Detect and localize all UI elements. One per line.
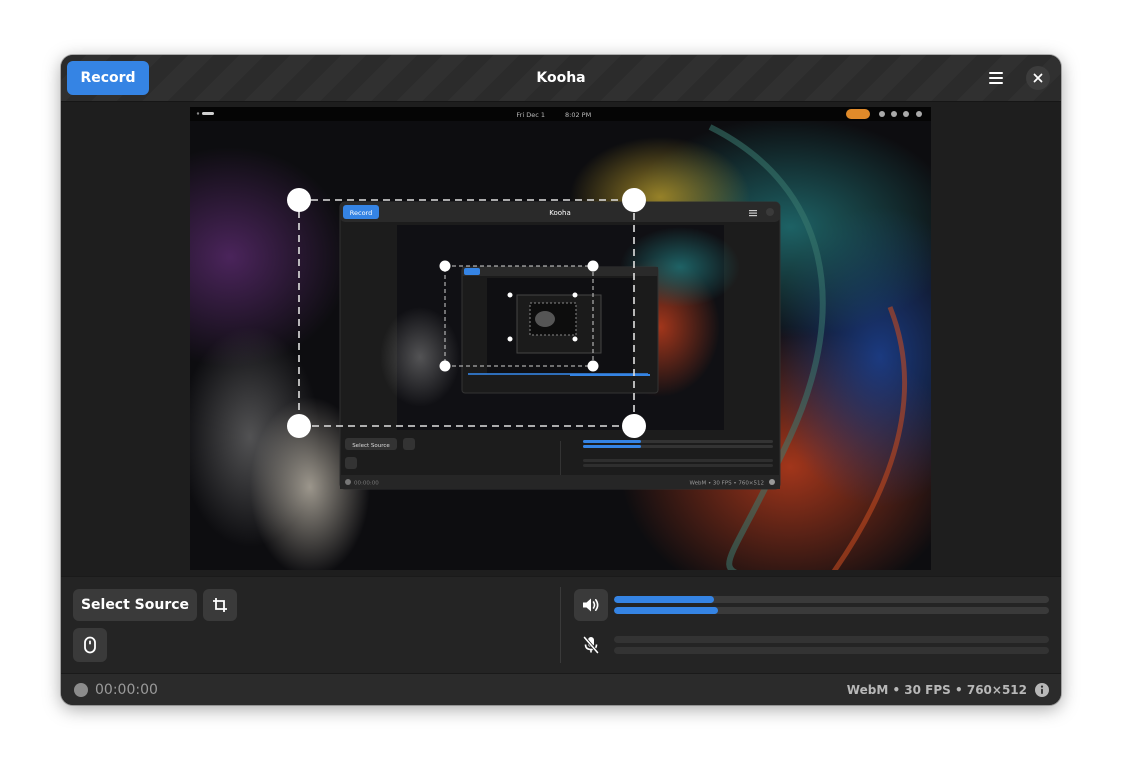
show-pointer-toggle[interactable]	[73, 628, 107, 662]
recording-profile-info: WebM • 30 FPS • 760×512	[846, 683, 1027, 697]
desktop-audio-toggle[interactable]	[574, 589, 608, 621]
selection-handle-bottom-left[interactable]	[287, 414, 311, 438]
recording-duration: 00:00:00	[95, 682, 158, 698]
nested-select-source-label: Select Source	[352, 443, 390, 449]
top-bar-date: Fri Dec 1	[516, 111, 545, 119]
selection-handle-bottom-right[interactable]	[622, 414, 646, 438]
desktop-preview-canvas: Fri Dec 1 8:02 PM Record Kooha Select So…	[190, 107, 931, 570]
mouse-icon	[84, 636, 96, 654]
select-source-button[interactable]: Select Source	[73, 589, 197, 621]
selection-handle-top-left[interactable]	[287, 188, 311, 212]
window-title: Kooha	[536, 70, 586, 86]
desktop-audio-level-left	[614, 596, 1049, 603]
close-button[interactable]	[1026, 66, 1050, 90]
content-area: Fri Dec 1 8:02 PM Record Kooha Select So…	[61, 102, 1061, 576]
recording-indicator	[74, 683, 88, 697]
controls-panel: Select Source	[61, 576, 1061, 674]
nested-record-label: Record	[350, 209, 372, 217]
main-menu-button[interactable]	[981, 64, 1011, 92]
speaker-icon	[583, 598, 599, 612]
crop-button[interactable]	[203, 589, 237, 621]
info-icon[interactable]	[1034, 682, 1050, 698]
close-icon	[1033, 73, 1043, 83]
hamburger-menu-icon	[989, 72, 1003, 84]
nested-status-time: 00:00:00	[354, 481, 379, 487]
microphone-level-right	[614, 647, 1049, 654]
microphone-muted-icon	[583, 636, 599, 654]
selection-handle-top-right[interactable]	[622, 188, 646, 212]
desktop-audio-level-right	[614, 607, 1049, 614]
panel-separator	[560, 587, 561, 663]
screen-preview: Fri Dec 1 8:02 PM Record Kooha Select So…	[190, 107, 931, 570]
crop-icon	[213, 598, 227, 612]
microphone-level-left	[614, 636, 1049, 643]
status-bar: 00:00:00 WebM • 30 FPS • 760×512	[61, 673, 1061, 705]
nested-kooha-window: Record Kooha Select Source 00:00:00 WebM…	[339, 201, 781, 490]
record-button[interactable]: Record	[67, 61, 149, 95]
top-bar-time: 8:02 PM	[565, 111, 591, 119]
kooha-window: Record Kooha Fri Dec 1 8:02 PM Record Ko…	[61, 55, 1061, 705]
header-bar: Record Kooha	[61, 55, 1061, 102]
nested-status-info: WebM • 30 FPS • 760×512	[689, 481, 764, 487]
nested-window-title: Kooha	[549, 209, 571, 217]
microphone-toggle[interactable]	[574, 629, 608, 661]
